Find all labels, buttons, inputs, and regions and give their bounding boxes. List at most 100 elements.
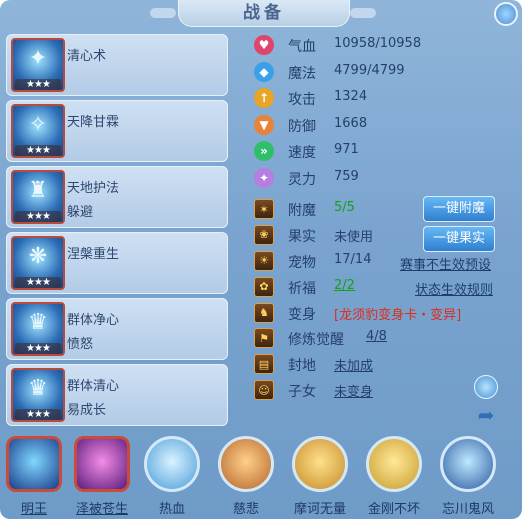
skill-subtext: 易成长	[67, 403, 107, 418]
bonus-value[interactable]: 2/2	[334, 278, 355, 293]
stat-label: 速度	[288, 145, 316, 161]
skill-stars: ★★★	[15, 145, 61, 156]
title-ornament-right	[350, 8, 376, 18]
heart-icon: ♥	[254, 35, 274, 55]
skill-icon: ♛ ★★★	[11, 302, 65, 356]
fruit-icon: ❀	[254, 224, 274, 245]
status-rules-link[interactable]: 状态生效规则	[415, 279, 493, 298]
stat-value: 10958/10958	[334, 36, 422, 51]
stat-label: 气血	[288, 39, 316, 55]
pet-name: 金刚不坏	[367, 502, 420, 517]
pet-icon	[366, 436, 422, 492]
title-ornament-left	[150, 8, 176, 18]
bonus-value[interactable]: 未加成	[334, 355, 373, 374]
pet-icon	[440, 436, 496, 492]
skill-stars: ★★★	[15, 211, 61, 222]
stat-row: ▼ 防御 1668	[252, 112, 514, 139]
pet-slot[interactable]: 摩诃无量	[288, 432, 352, 519]
bonus-label: 果实	[288, 228, 316, 245]
sword-icon: ↑	[254, 88, 274, 108]
stat-value: 759	[334, 168, 359, 184]
skill-slot[interactable]: ♜ ★★★ 天地护法 躲避	[6, 166, 228, 228]
share-icon[interactable]: ➦	[474, 404, 498, 426]
bonus-label: 封地	[288, 358, 316, 375]
stat-row: ◆ 魔法 4799/4799	[252, 59, 514, 86]
pet-bar: 明王 泽被苍生 热血 慈悲 摩诃无量 金刚不坏 忘川鬼风	[0, 432, 522, 519]
bonus-value[interactable]: 4/8	[366, 329, 387, 344]
skill-stars: ★★★	[15, 343, 61, 354]
bonus-row: ▤ 封地 未加成	[252, 351, 514, 377]
pray-icon: ✿	[254, 276, 274, 297]
pet-name: 泽被苍生	[75, 502, 128, 517]
stat-row: ↑ 攻击 1324	[252, 85, 514, 112]
stat-label: 防御	[288, 118, 316, 135]
refresh-button[interactable]	[474, 375, 498, 399]
shield-icon: ▼	[254, 114, 274, 135]
skill-glyph-icon: ♜	[28, 178, 48, 203]
skill-slot[interactable]: ♛ ★★★ 群体净心 愤怒	[6, 298, 228, 360]
pet-slot[interactable]: 泽被苍生	[70, 432, 134, 519]
bonus-value: 未使用	[334, 229, 374, 245]
stat-value: 971	[334, 142, 359, 157]
skill-icon: ✧ ★★★	[11, 104, 65, 158]
bonus-row: ⚑ 修炼觉醒 4/8	[252, 325, 514, 351]
pet-icon	[144, 436, 200, 492]
skill-name: 天地护法	[67, 181, 120, 196]
stat-row: ✦ 灵力 759	[252, 165, 514, 192]
bonus-label: 子女	[288, 384, 316, 401]
bonus-label: 祈福	[288, 280, 316, 297]
pet-icon	[6, 436, 62, 492]
one-key-fruit-button[interactable]: 一键果实	[423, 226, 495, 252]
stat-label: 灵力	[288, 171, 316, 188]
title-bar: 战备	[178, 0, 350, 27]
skill-stars: ★★★	[15, 277, 61, 288]
pet-slot[interactable]: 慈悲	[214, 432, 278, 519]
window-title: 战备	[243, 3, 285, 23]
one-key-enchant-button[interactable]: 一键附魔	[423, 196, 495, 222]
skill-stars: ★★★	[15, 409, 61, 420]
pet-slot[interactable]: 忘川鬼风	[436, 432, 500, 519]
enchant-icon: ✶	[254, 199, 274, 219]
stat-label: 魔法	[288, 65, 316, 82]
transform-icon: ♞	[254, 302, 274, 323]
skill-name: 清心术	[67, 49, 107, 64]
pet-name: 忘川鬼风	[441, 502, 494, 517]
bonus-label: 修炼觉醒	[288, 332, 344, 349]
skill-glyph-icon: ♛	[28, 310, 48, 335]
skill-slot[interactable]: ✧ ★★★ 天降甘霖	[6, 100, 228, 162]
close-button[interactable]	[494, 2, 518, 26]
pet-name: 明王	[20, 502, 47, 517]
skill-name: 群体净心	[67, 313, 120, 328]
cultivate-icon: ⚑	[254, 328, 274, 349]
skill-glyph-icon: ✦	[28, 46, 48, 71]
skill-slot[interactable]: ♛ ★★★ 群体清心 易成长	[6, 364, 228, 426]
pet-name: 摩诃无量	[293, 502, 346, 517]
skill-list: ✦ ★★★ 清心术 ✧ ★★★ 天降甘霖 ♜ ★★★ 天地护法 躲避 ❋ ★★★…	[6, 34, 228, 430]
bonus-label: 变身	[288, 306, 316, 323]
skill-icon: ♛ ★★★	[11, 368, 65, 422]
stat-row: » 速度 971	[252, 138, 514, 165]
skill-slot[interactable]: ❋ ★★★ 涅槃重生	[6, 232, 228, 294]
bonus-value[interactable]: 未变身	[334, 381, 373, 400]
pet-slot[interactable]: 金刚不坏	[362, 432, 426, 519]
skill-glyph-icon: ♛	[28, 376, 48, 401]
skill-name: 群体清心	[67, 379, 120, 394]
skill-subtext: 愤怒	[67, 337, 94, 352]
skill-name: 涅槃重生	[67, 247, 120, 262]
pet-icon	[218, 436, 274, 492]
match-preset-link[interactable]: 赛事不生效预设	[400, 254, 491, 273]
bonus-value[interactable]: [龙须豹变身卡・变异]	[334, 304, 461, 323]
bonus-label: 附魔	[288, 203, 316, 219]
skill-icon: ❋ ★★★	[11, 236, 65, 290]
pet-slot[interactable]: 热血	[140, 432, 204, 519]
pet-slot[interactable]: 明王	[2, 432, 66, 519]
skill-slot[interactable]: ✦ ★★★ 清心术	[6, 34, 228, 96]
pet-icon	[292, 436, 348, 492]
stat-label: 攻击	[288, 92, 316, 108]
skill-subtext: 躲避	[67, 205, 94, 220]
spirit-icon: ✦	[254, 167, 274, 188]
fief-icon: ▤	[254, 354, 274, 375]
battle-prep-panel: 战备 ✦ ★★★ 清心术 ✧ ★★★ 天降甘霖 ♜ ★★★ 天地护法 躲避 ❋ …	[0, 0, 522, 519]
pet-name: 慈悲	[232, 502, 259, 517]
pet-icon: ☀	[254, 250, 274, 271]
